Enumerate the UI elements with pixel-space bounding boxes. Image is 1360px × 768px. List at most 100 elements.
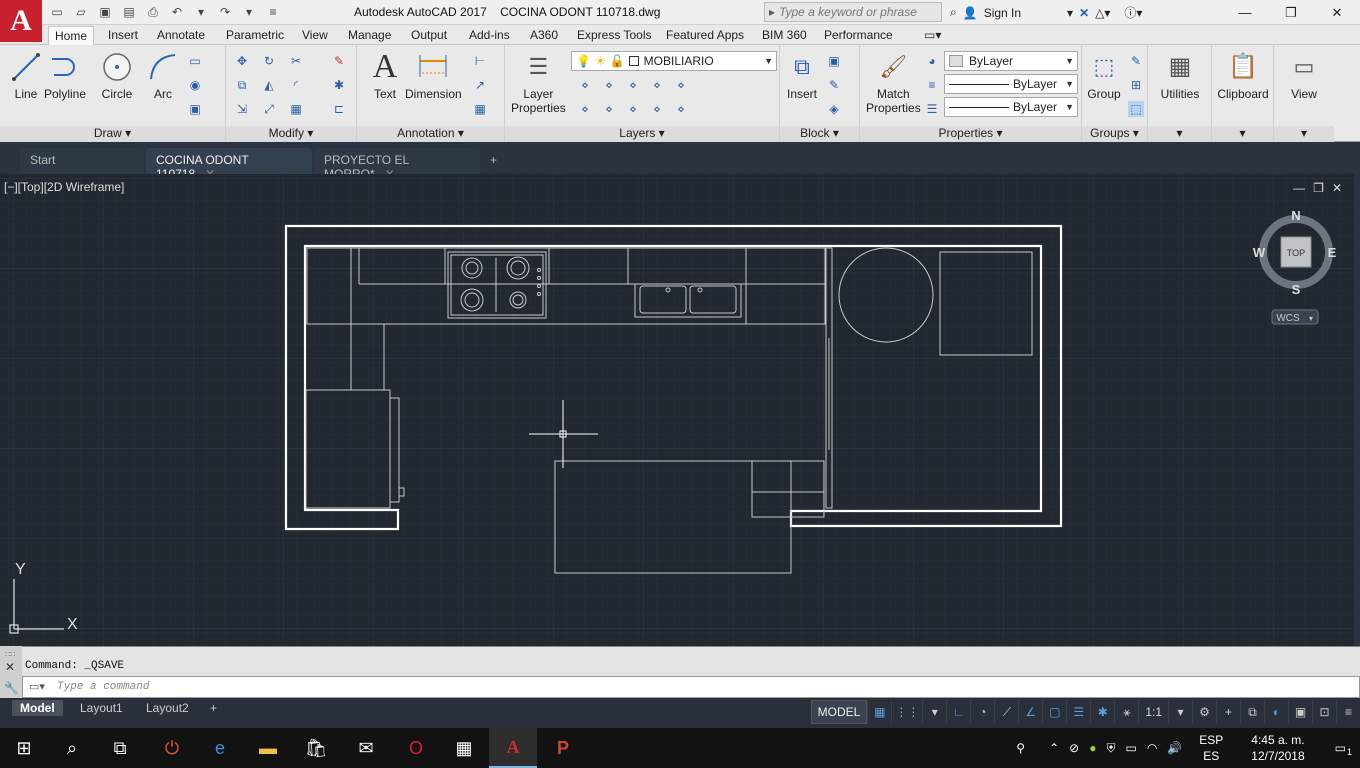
a360-icon[interactable]: △▾ bbox=[1095, 6, 1110, 20]
grip-icon[interactable]: ∷∷ bbox=[5, 650, 15, 659]
layer-properties-button[interactable]: ☰ Layer Properties bbox=[511, 49, 566, 116]
close-icon[interactable]: ✕ bbox=[1314, 0, 1360, 25]
file-tab-cocina[interactable]: COCINA ODONT 110718✕ bbox=[146, 148, 312, 181]
isolate-objects-icon[interactable]: ▣ bbox=[1288, 700, 1312, 724]
layer-tool-3-icon[interactable]: ⋄ bbox=[625, 77, 641, 93]
workspace-gear-icon[interactable]: ⚙ bbox=[1192, 700, 1216, 724]
vertical-scrollbar[interactable] bbox=[1354, 174, 1360, 646]
color-dropdown[interactable]: ByLayer ▼ bbox=[944, 51, 1078, 71]
application-menu-button[interactable]: A bbox=[0, 0, 42, 42]
trim-icon[interactable]: ✂ bbox=[288, 53, 304, 69]
panel-title-groups[interactable]: Groups ▾ bbox=[1082, 126, 1147, 142]
hatch-icon[interactable]: ◉ bbox=[187, 77, 203, 93]
command-line-handle[interactable]: ∷∷ ✕ 🔧 bbox=[0, 646, 22, 698]
viewport-restore-icon[interactable]: ❐ bbox=[1313, 181, 1324, 195]
annotation-visibility-icon[interactable]: ✱ bbox=[1090, 700, 1114, 724]
file-explorer-icon[interactable]: ▬ bbox=[244, 728, 292, 768]
layer-tool-4-icon[interactable]: ⋄ bbox=[649, 77, 665, 93]
object-snap-icon[interactable]: ▢ bbox=[1042, 700, 1066, 724]
units-icon[interactable]: ⧉ bbox=[1240, 700, 1264, 724]
utilities-button[interactable]: ▦ Utilities bbox=[1152, 49, 1208, 102]
calendar-icon[interactable]: ▦ bbox=[440, 728, 488, 768]
sign-in-label[interactable]: Sign In bbox=[984, 6, 1021, 20]
panel-title-modify[interactable]: Modify ▾ bbox=[226, 126, 356, 142]
tab-view[interactable]: View bbox=[296, 26, 334, 45]
layout-tab-layout1[interactable]: Layout1 bbox=[72, 700, 131, 716]
language-indicator[interactable]: ESP ES bbox=[1187, 732, 1235, 764]
annotation-monitor-icon[interactable]: + bbox=[1216, 700, 1240, 724]
new-tab-button[interactable]: + bbox=[484, 148, 508, 174]
lineweight-toggle-icon[interactable]: ☰ bbox=[1066, 700, 1090, 724]
edit-block-icon[interactable]: ✎ bbox=[826, 77, 842, 93]
offset-icon[interactable]: ⊏ bbox=[331, 101, 347, 117]
text-button[interactable]: A Text bbox=[367, 49, 403, 102]
command-input[interactable]: ▭▾ Type a command bbox=[22, 676, 1360, 698]
opera-browser-icon[interactable]: O bbox=[392, 728, 440, 768]
tab-performance[interactable]: Performance bbox=[818, 26, 899, 45]
volume-icon[interactable]: 🔊 bbox=[1162, 741, 1187, 755]
help-search-input[interactable]: ▸ Type a keyword or phrase bbox=[764, 2, 942, 22]
battery-icon[interactable]: ▭ bbox=[1120, 741, 1141, 755]
tab-manage[interactable]: Manage bbox=[342, 26, 397, 45]
chevron-down-icon[interactable]: ▾ bbox=[1067, 6, 1073, 20]
insert-button[interactable]: ⧉ Insert bbox=[784, 49, 820, 102]
viewport-controls-label[interactable]: [−][Top][2D Wireframe] bbox=[4, 180, 124, 194]
rotate-icon[interactable]: ↻ bbox=[261, 53, 277, 69]
array-icon[interactable]: ▦ bbox=[288, 101, 304, 117]
table-icon[interactable]: ▦ bbox=[472, 101, 488, 117]
store-icon[interactable]: 🛍 bbox=[292, 728, 340, 768]
scale-dropdown-icon[interactable]: ▾ bbox=[1168, 700, 1192, 724]
utilities-expand[interactable]: ▾ bbox=[1148, 126, 1211, 142]
tab-annotate[interactable]: Annotate bbox=[151, 26, 211, 45]
new-icon[interactable]: ▭ bbox=[48, 3, 66, 21]
fillet-icon[interactable]: ◜ bbox=[288, 77, 304, 93]
exchange-apps-icon[interactable]: ✕ bbox=[1079, 6, 1089, 20]
ortho-icon[interactable]: ∟ bbox=[946, 700, 970, 724]
polar-icon[interactable]: ◔ bbox=[970, 700, 994, 724]
tab-parametric[interactable]: Parametric bbox=[220, 26, 290, 45]
annotation-scale[interactable]: 1:1 bbox=[1138, 700, 1168, 724]
clock[interactable]: 4:45 a. m. 12/7/2018 bbox=[1235, 732, 1320, 764]
tab-featured-apps[interactable]: Featured Apps bbox=[660, 26, 750, 45]
tab-add-ins[interactable]: Add-ins bbox=[463, 26, 516, 45]
linetype-dropdown[interactable]: ByLayer ▼ bbox=[944, 74, 1078, 94]
drawing-canvas[interactable]: Y X TOP N S E W WCS ▾ [−][Top][2D Wirefr… bbox=[0, 174, 1360, 646]
tray-app-2-icon[interactable]: ● bbox=[1084, 741, 1101, 755]
move-icon[interactable]: ✥ bbox=[234, 53, 250, 69]
customize-status-icon[interactable]: ≡ bbox=[1336, 700, 1360, 724]
power-app-icon[interactable]: ⏻ bbox=[148, 728, 196, 768]
tab-home[interactable]: Home bbox=[48, 26, 95, 45]
snap-dropdown-icon[interactable]: ▾ bbox=[922, 700, 946, 724]
binoculars-icon[interactable]: ⌕ bbox=[950, 5, 957, 20]
polyline-button[interactable]: Polyline bbox=[44, 49, 86, 101]
lineweight-dropdown[interactable]: ByLayer ▼ bbox=[944, 97, 1078, 117]
undo-dropdown-icon[interactable]: ▾ bbox=[192, 3, 210, 21]
view-expand[interactable]: ▾ bbox=[1274, 126, 1334, 142]
save-icon[interactable]: ▣ bbox=[96, 3, 114, 21]
panel-title-draw[interactable]: Draw ▾ bbox=[0, 126, 225, 142]
quick-properties-icon[interactable]: ◐ bbox=[1264, 700, 1288, 724]
open-icon[interactable]: ▱ bbox=[72, 3, 90, 21]
circle-button[interactable]: Circle bbox=[99, 49, 135, 101]
ribbon-minimize-icon[interactable]: ▭▾ bbox=[918, 26, 947, 45]
command-close-icon[interactable]: ✕ bbox=[5, 660, 15, 674]
tab-output[interactable]: Output bbox=[405, 26, 453, 45]
viewport-close-icon[interactable]: ✕ bbox=[1332, 181, 1342, 195]
file-tab-proyecto[interactable]: PROYECTO EL MORRO*✕ bbox=[314, 148, 480, 181]
group-button[interactable]: ⬚ Group bbox=[1086, 49, 1122, 102]
action-center-icon[interactable]: ▭ 1 bbox=[1321, 741, 1360, 757]
tab-bim-360[interactable]: BIM 360 bbox=[756, 26, 813, 45]
erase-icon[interactable]: ✎ bbox=[331, 53, 347, 69]
customize-qat-icon[interactable]: ≡ bbox=[264, 3, 282, 21]
group-select-icon[interactable]: ⬚ bbox=[1128, 101, 1144, 117]
ungroup-icon[interactable]: ✎ bbox=[1128, 53, 1144, 69]
sign-in-area[interactable]: ⌕ 👤 Sign In ▾ ✕ △▾ ⓘ▾ bbox=[950, 4, 1142, 21]
auto-scale-icon[interactable]: ⚹ bbox=[1114, 700, 1138, 724]
help-icon[interactable]: ⓘ▾ bbox=[1124, 4, 1142, 21]
mail-icon[interactable]: ✉ bbox=[342, 728, 390, 768]
undo-icon[interactable]: ↶ bbox=[168, 3, 186, 21]
layer-tool-8-icon[interactable]: ⋄ bbox=[625, 101, 641, 117]
snap-icon[interactable]: ⋮⋮ bbox=[891, 700, 922, 724]
view-button[interactable]: ▭ View bbox=[1280, 49, 1328, 102]
grid-icon[interactable]: ▦ bbox=[867, 700, 891, 724]
